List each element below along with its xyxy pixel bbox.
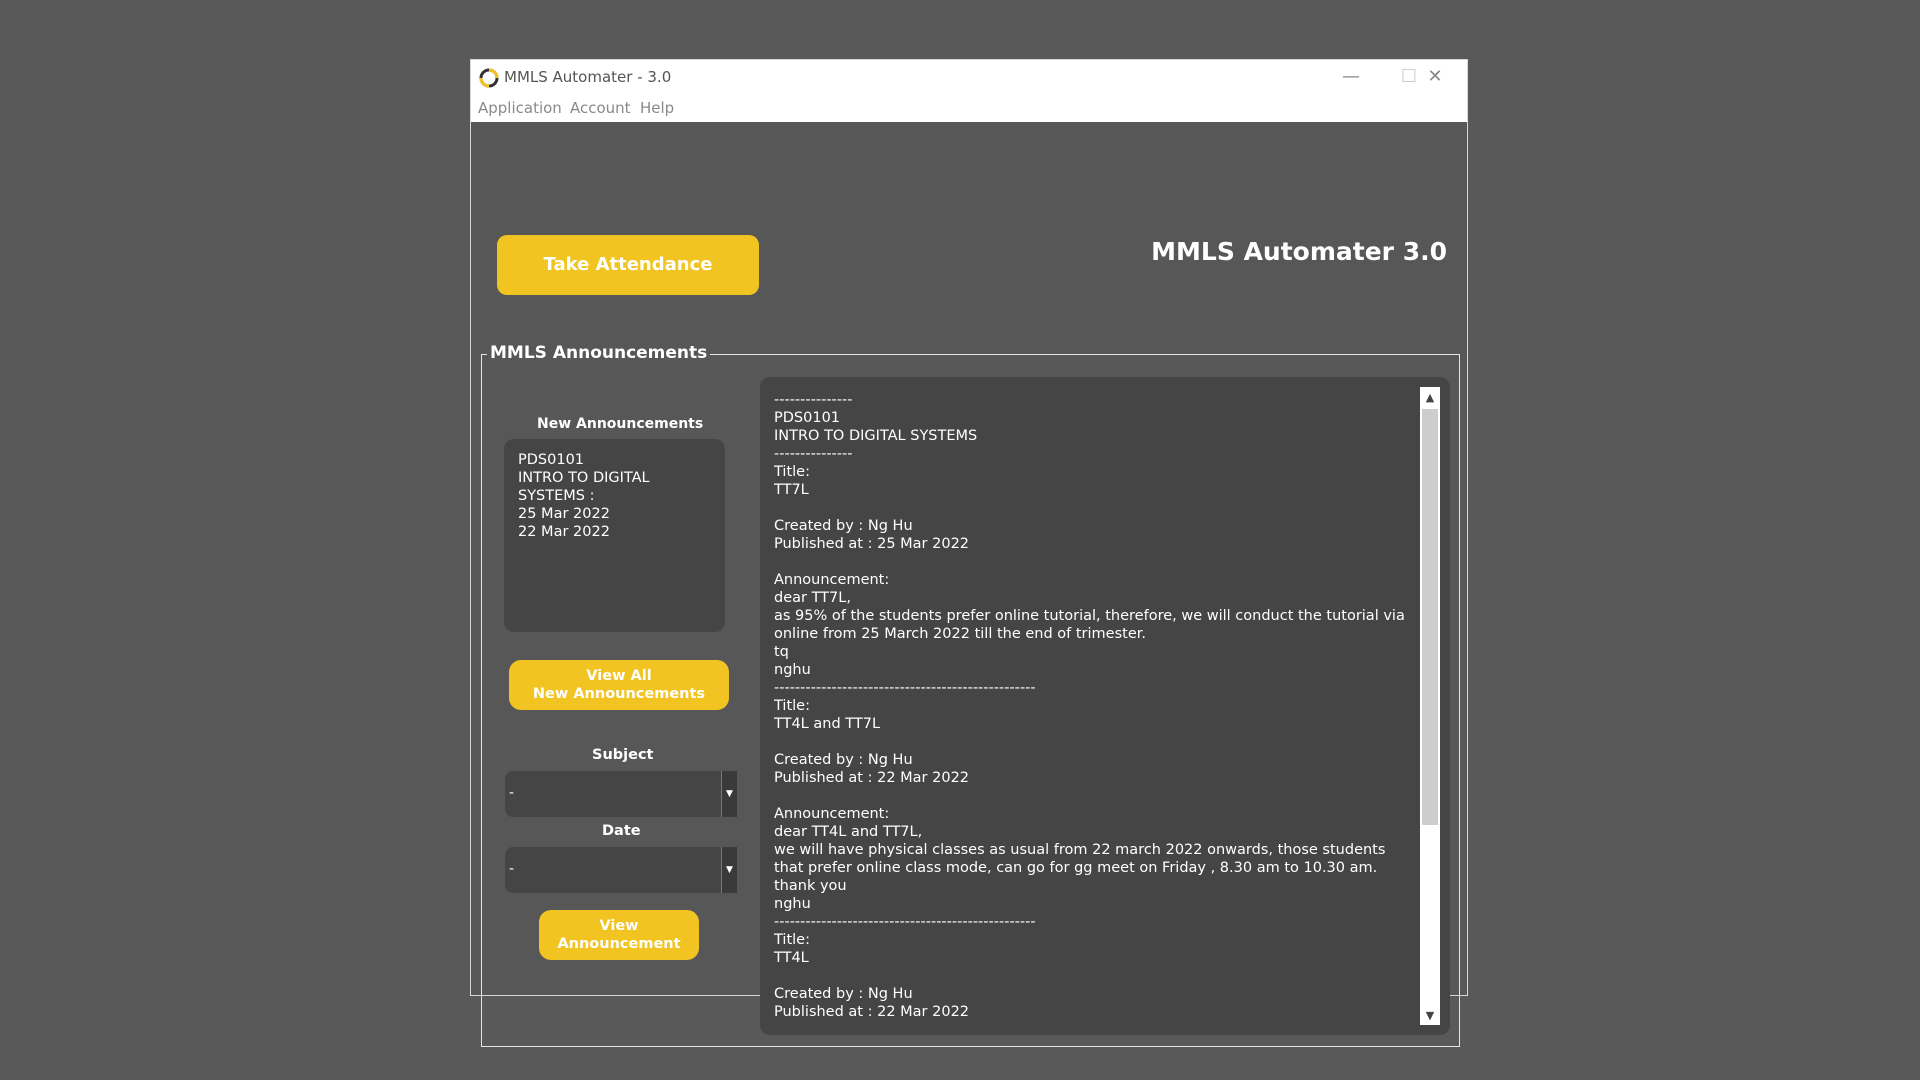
close-icon: ✕ [1427, 66, 1443, 87]
date-dropdown[interactable]: - ▼ [505, 847, 737, 893]
new-announcements-label: New Announcements [537, 416, 704, 432]
announcements-group: MMLS Announcements New Announcements PDS… [481, 343, 1460, 1047]
date-value: - [509, 861, 515, 877]
menu-application[interactable]: Application [478, 99, 562, 117]
menu-bar: Application Account Help [471, 93, 1467, 122]
chevron-down-icon[interactable]: ▼ [721, 771, 737, 817]
take-attendance-button[interactable]: Take Attendance [497, 235, 759, 295]
view-announcement-button[interactable]: View Announcement [539, 910, 699, 960]
announcements-group-title: MMLS Announcements [487, 343, 711, 363]
view-all-new-announcements-button[interactable]: View All New Announcements [509, 660, 729, 710]
main-content: Take Attendance MMLS Automater 3.0 MMLS … [471, 122, 1467, 1047]
chevron-down-icon[interactable]: ▼ [721, 847, 737, 893]
window-title: MMLS Automater - 3.0 [504, 68, 672, 86]
detail-scrollbar[interactable]: ▲ ▼ [1420, 387, 1440, 1025]
scroll-up-icon[interactable]: ▲ [1420, 387, 1440, 407]
menu-account[interactable]: Account [570, 99, 631, 117]
announcement-detail-text: --------------- PDS0101 INTRO TO DIGITAL… [774, 392, 1405, 1020]
scroll-thumb[interactable] [1422, 409, 1438, 825]
date-label: Date [602, 823, 641, 839]
subject-value: - [509, 785, 515, 801]
scroll-down-icon[interactable]: ▼ [1420, 1005, 1440, 1025]
subject-label: Subject [592, 747, 654, 763]
subject-dropdown[interactable]: - ▼ [505, 771, 737, 817]
minimize-icon: — [1342, 66, 1360, 87]
close-button[interactable]: ✕ [1406, 60, 1464, 93]
mmls-logo-icon [479, 68, 499, 88]
title-bar[interactable]: MMLS Automater - 3.0 — ☐ ✕ [471, 60, 1467, 93]
menu-help[interactable]: Help [640, 99, 674, 117]
new-announcements-list: PDS0101 INTRO TO DIGITAL SYSTEMS : 25 Ma… [504, 439, 725, 632]
app-window: MMLS Automater - 3.0 — ☐ ✕ Application A… [470, 59, 1468, 1047]
minimize-button[interactable]: — [1322, 60, 1380, 93]
announcement-detail-panel[interactable]: --------------- PDS0101 INTRO TO DIGITAL… [760, 377, 1450, 1035]
app-heading: MMLS Automater 3.0 [1151, 237, 1447, 266]
